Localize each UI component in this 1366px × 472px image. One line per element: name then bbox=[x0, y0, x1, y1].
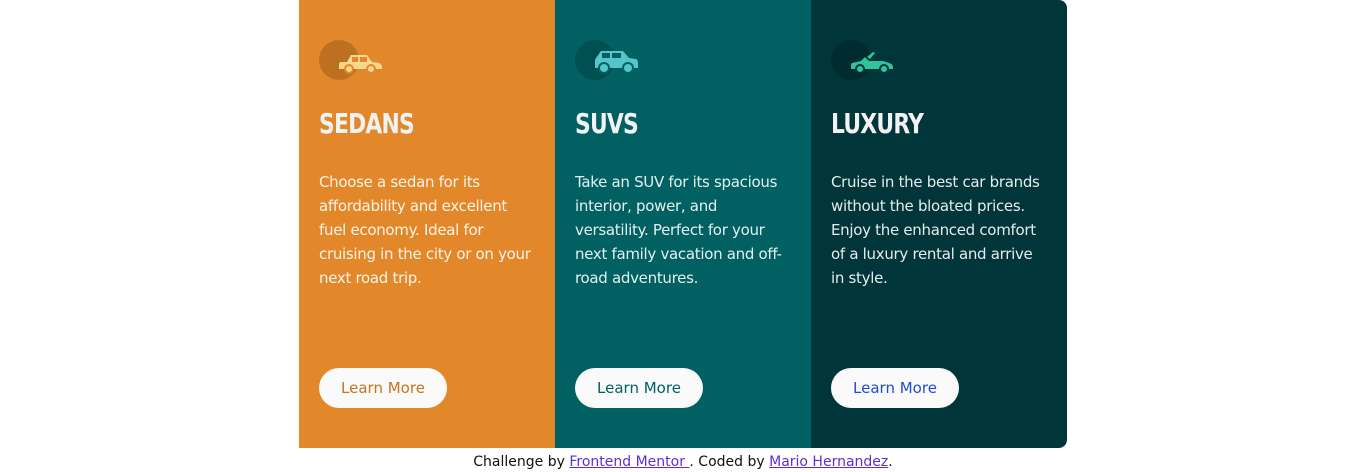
sedan-car-icon bbox=[319, 40, 383, 80]
card-title: SEDANS bbox=[319, 107, 415, 140]
attribution-suffix: . bbox=[888, 454, 893, 470]
card-title: LUXURY bbox=[831, 107, 924, 140]
card-description: Cruise in the best car brands without th… bbox=[831, 173, 1040, 287]
learn-more-button[interactable]: Learn More bbox=[831, 368, 959, 408]
frontend-mentor-link[interactable]: Frontend Mentor bbox=[569, 454, 689, 470]
attribution-prefix: Challenge by bbox=[473, 454, 570, 470]
card-description: Choose a sedan for its affordability and… bbox=[319, 173, 531, 287]
attribution-middle: . Coded by bbox=[689, 454, 770, 470]
author-link[interactable]: Mario Hernandez bbox=[769, 454, 888, 470]
card-description: Take an SUV for its spacious interior, p… bbox=[575, 173, 782, 287]
card-suvs: SUVS Take an SUV for its spacious interi… bbox=[555, 0, 811, 448]
suv-car-icon bbox=[575, 40, 639, 80]
luxury-car-icon bbox=[831, 40, 895, 80]
attribution-footer: Challenge by Frontend Mentor . Coded by … bbox=[0, 452, 1366, 472]
cards-container: SEDANS Choose a sedan for its affordabil… bbox=[299, 0, 1067, 448]
learn-more-button[interactable]: Learn More bbox=[319, 368, 447, 408]
card-luxury: LUXURY Cruise in the best car brands wit… bbox=[811, 0, 1067, 448]
learn-more-button[interactable]: Learn More bbox=[575, 368, 703, 408]
card-sedans: SEDANS Choose a sedan for its affordabil… bbox=[299, 0, 555, 448]
card-title: SUVS bbox=[575, 107, 639, 140]
